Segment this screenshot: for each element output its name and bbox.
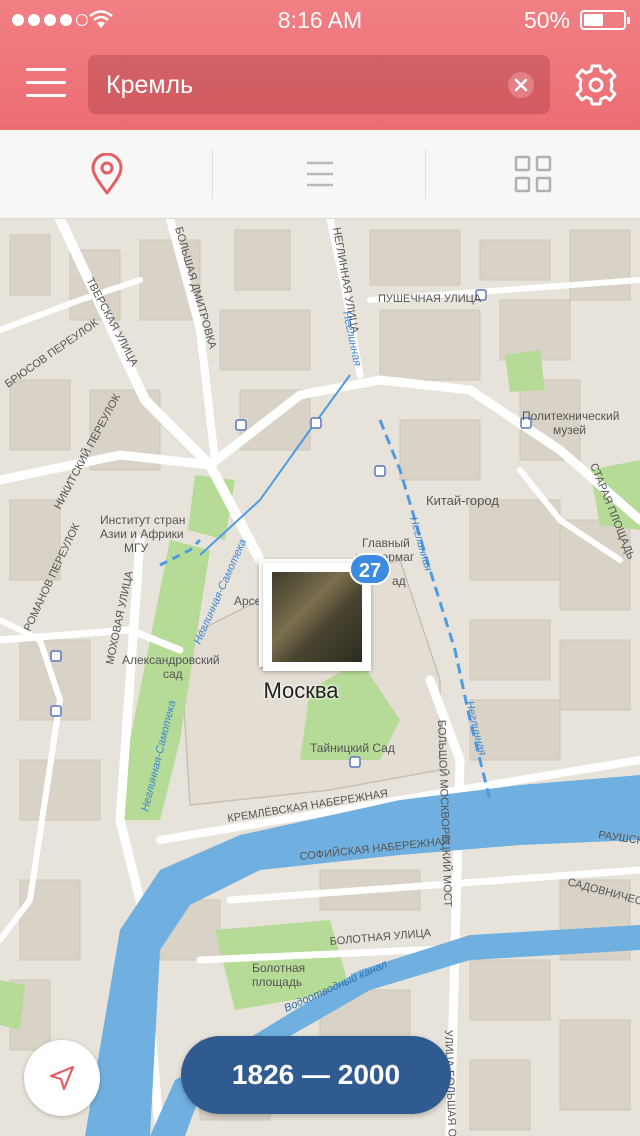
gear-icon[interactable] [574,63,618,107]
tab-list[interactable] [213,130,426,218]
hamburger-menu-icon[interactable] [26,68,66,100]
map-label: Политехнический [522,409,619,423]
app-header: 8:16 AM 50% [0,0,640,130]
clear-x-icon[interactable] [508,72,534,98]
map-label: Александровский [122,653,220,667]
grid-icon [514,155,551,193]
map-label: ПУШЕЧНАЯ УЛИЦА [378,293,482,305]
map-label: сад [163,667,183,681]
status-bar: 8:16 AM 50% [0,0,640,40]
photo-thumbnail [272,572,362,662]
year-range-button[interactable]: 1826 — 2000 [181,1036,451,1114]
map-label: Азии и Африки [100,527,184,541]
tab-map[interactable] [0,130,213,218]
map-label: Главный [362,536,410,550]
map-pin-icon [91,153,122,195]
map-label: музей [553,423,586,437]
list-icon [306,161,333,187]
view-toolbar [0,130,640,219]
location-arrow-icon [49,1065,75,1091]
city-label: Москва [263,678,339,703]
battery-icon [580,10,630,30]
map-label: ад [392,574,406,588]
map-label: Институт стран [100,513,185,527]
search-input[interactable] [104,55,498,116]
tab-grid[interactable] [426,130,639,218]
map-label: Китай-город [426,493,499,508]
map-label: площадь [252,975,302,989]
search-bar [88,55,550,116]
cluster-count-badge[interactable]: 27 [349,553,391,585]
map-label: Тайницкий Сад [310,741,395,755]
battery-percent: 50% [523,7,570,33]
locate-me-button[interactable] [24,1040,100,1116]
map-label: Болотная [252,961,305,975]
map-label: МГУ [124,541,148,555]
